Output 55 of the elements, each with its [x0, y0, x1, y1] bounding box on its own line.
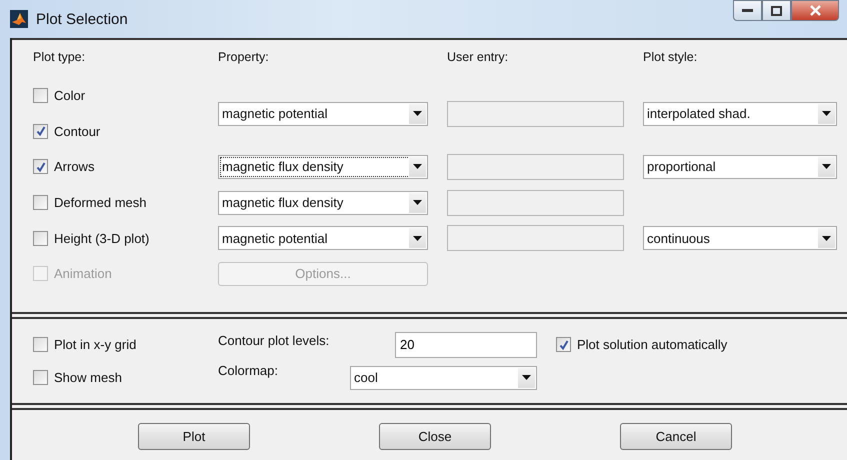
checkbox[interactable]	[556, 337, 571, 352]
column-header: Plot style:	[643, 50, 698, 64]
dialog-button[interactable]: Cancel	[620, 422, 732, 450]
checkbox-label: Animation	[54, 266, 112, 282]
checkbox[interactable]	[33, 159, 48, 174]
caret-icon	[822, 111, 831, 116]
window-title: Plot Selection	[36, 10, 128, 28]
user-entry-field[interactable]	[447, 100, 624, 127]
column-header: Property:	[218, 50, 270, 64]
checkbox[interactable]	[33, 370, 48, 386]
field-label: Contour plot levels:	[218, 332, 330, 348]
checkbox-label: Plot solution automatically	[577, 337, 728, 352]
dropdown[interactable]: proportional	[643, 154, 837, 179]
dialog-button[interactable]: Close	[379, 422, 491, 450]
checkbox-label: Deformed mesh	[54, 195, 146, 210]
column-header: User entry:	[447, 50, 510, 64]
checkbox-label: Color	[54, 88, 86, 104]
dropdown[interactable]: magnetic flux density	[218, 154, 428, 179]
caret-icon	[822, 164, 831, 170]
caret-icon	[413, 164, 422, 170]
caret-icon	[413, 200, 422, 206]
maximize-button[interactable]	[762, 0, 791, 21]
input-field[interactable]: 20	[395, 332, 537, 358]
checkbox[interactable]	[33, 195, 48, 210]
close-button[interactable]	[791, 0, 839, 21]
checkbox[interactable]	[33, 230, 48, 246]
caret-icon	[822, 236, 831, 241]
checkbox-label: Contour	[54, 124, 100, 139]
dropdown[interactable]: magnetic potential	[218, 102, 428, 126]
checkbox[interactable]	[33, 88, 48, 104]
checkbox[interactable]	[33, 337, 48, 352]
dropdown[interactable]: interpolated shad.	[643, 102, 837, 126]
maximize-icon	[771, 6, 782, 16]
dropdown[interactable]: magnetic potential	[218, 226, 428, 250]
app-logo-icon	[10, 10, 28, 28]
caret-icon	[522, 375, 531, 380]
dropdown[interactable]: cool	[350, 366, 537, 390]
checkbox-label: Show mesh	[54, 370, 122, 386]
field-label: Colormap:	[218, 362, 279, 378]
checkbox-label: Plot in x-y grid	[54, 337, 136, 352]
minimize-button[interactable]	[733, 0, 762, 21]
user-entry-field[interactable]	[447, 154, 624, 180]
user-entry-field[interactable]	[447, 225, 624, 252]
caret-icon	[413, 111, 422, 116]
dropdown[interactable]: magnetic flux density	[218, 190, 428, 215]
caret-icon	[413, 236, 422, 241]
checkbox[interactable]	[33, 124, 48, 139]
checkbox-label: Height (3-D plot)	[54, 230, 150, 246]
dialog-button[interactable]: Plot	[138, 422, 250, 450]
dropdown[interactable]: continuous	[643, 226, 837, 250]
checkbox-label: Arrows	[54, 159, 94, 174]
close-icon	[810, 5, 820, 16]
column-header: Plot type:	[33, 50, 86, 64]
user-entry-field[interactable]	[447, 190, 624, 216]
minimize-icon	[742, 8, 753, 12]
